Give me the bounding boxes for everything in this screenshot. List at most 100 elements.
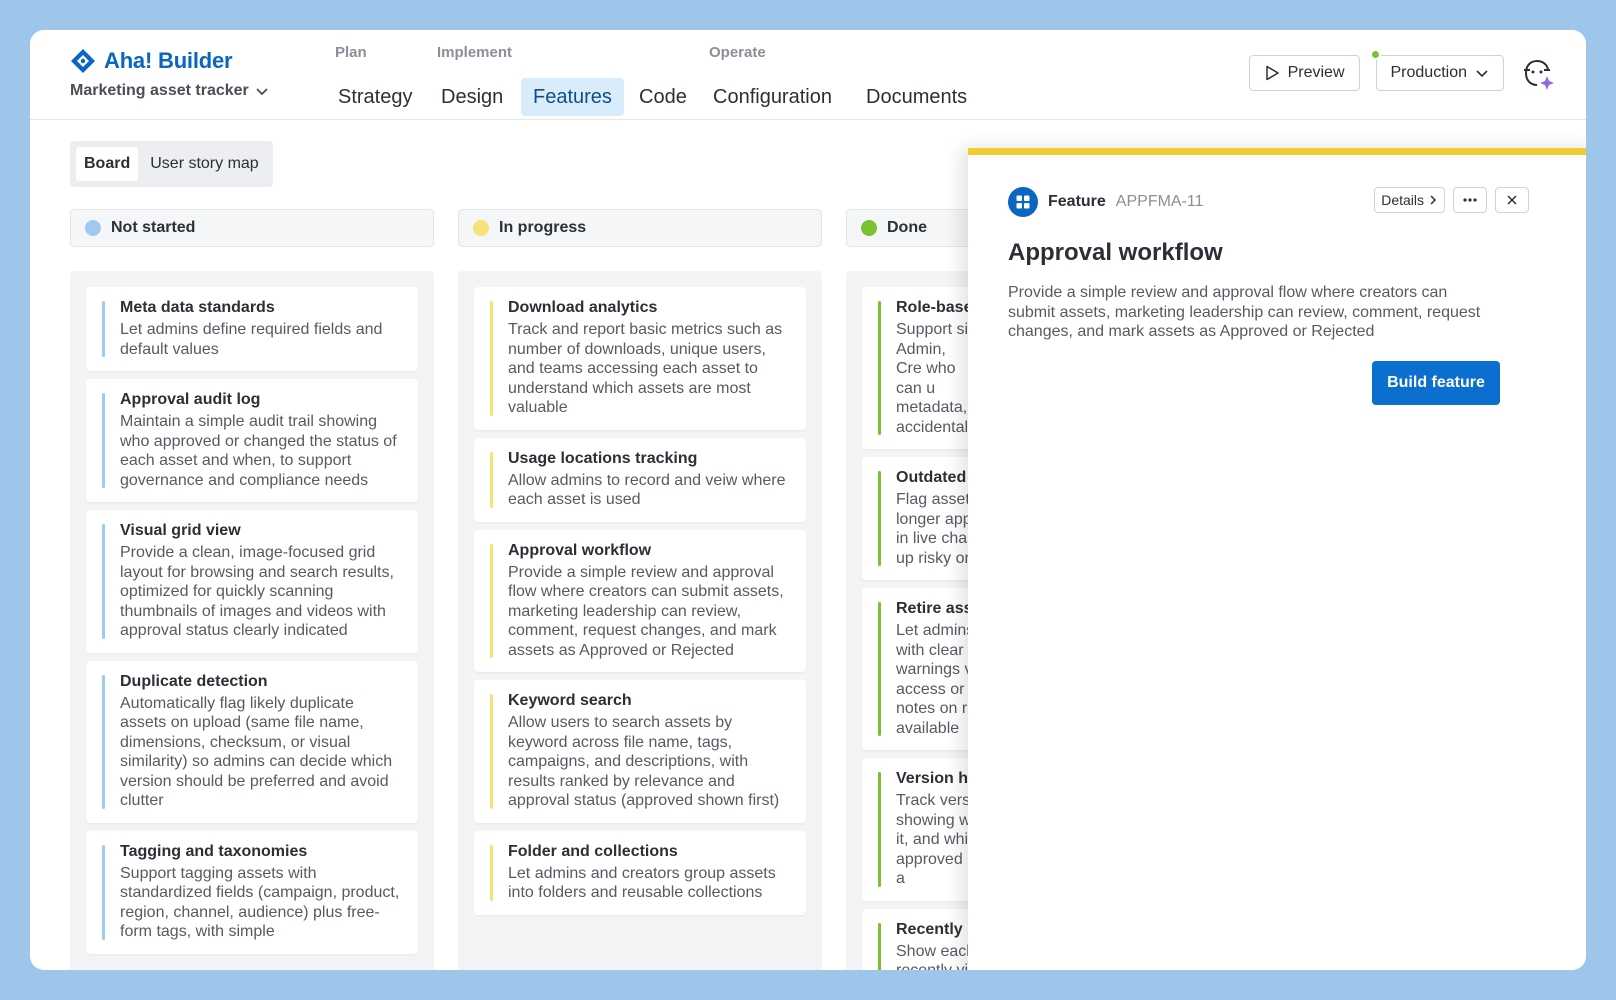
card-status-bar <box>102 844 105 940</box>
preview-button[interactable]: Preview <box>1248 55 1360 91</box>
panel-actions: Details <box>1374 187 1529 213</box>
project-selector[interactable]: Marketing asset tracker <box>70 82 269 100</box>
tab-design[interactable]: Design <box>429 78 515 116</box>
card-description: Let admins define required fields and de… <box>120 321 383 358</box>
close-panel-button[interactable] <box>1495 187 1529 213</box>
close-icon <box>1507 195 1517 205</box>
feature-card[interactable]: Visual grid view Provide a clean, image-… <box>86 510 418 653</box>
chevron-down-icon <box>1476 70 1488 78</box>
record-id[interactable]: APPFMA-11 <box>1116 193 1204 211</box>
column-header-not-started[interactable]: Not started <box>70 209 434 247</box>
card-description: Provide a clean, image-focused grid layo… <box>120 544 394 639</box>
column-header-in-progress[interactable]: In progress <box>458 209 822 247</box>
feature-grid-icon <box>1008 187 1038 217</box>
more-icon <box>1463 198 1477 202</box>
card-description: Show each recently vi <box>896 942 976 971</box>
card-title: Meta data standards <box>120 299 275 316</box>
card-status-bar <box>102 301 105 357</box>
tab-configuration[interactable]: Configuration <box>701 78 844 116</box>
card-description: Provide a simple review and approval flo… <box>508 563 784 659</box>
card-description: Track vers showing w it, and whi approve… <box>896 792 971 887</box>
tab-code[interactable]: Code <box>627 78 699 116</box>
tab-documents[interactable]: Documents <box>854 78 979 116</box>
card-description: Flag asset longer app in live char up ri… <box>896 491 973 567</box>
panel-header: Feature APPFMA-11 <box>1008 187 1204 217</box>
aha-logo-icon <box>71 49 95 73</box>
status-dot-icon <box>1369 49 1381 60</box>
card-status-bar <box>102 674 105 809</box>
feature-card[interactable]: Folder and collections Let admins and cr… <box>474 830 806 915</box>
card-status-bar <box>490 844 493 901</box>
card-description: Allow admins to record and veiw where ea… <box>508 471 786 509</box>
feature-card[interactable]: Tagging and taxonomies Support tagging a… <box>86 830 418 954</box>
feature-card[interactable]: Approval audit log Maintain a simple aud… <box>86 379 418 502</box>
feature-card[interactable]: Usage locations tracking Allow admins to… <box>474 437 806 522</box>
column-not-started: Meta data standards Let admins define re… <box>70 271 434 970</box>
card-description: Automatically flag likely duplicate asse… <box>120 694 393 810</box>
card-status-bar <box>490 451 493 508</box>
feature-card[interactable]: Meta data standards Let admins define re… <box>86 287 418 371</box>
card-title: Folder and collections <box>508 842 678 860</box>
card-description: Let admins and creators group assets int… <box>508 864 776 902</box>
ai-assistant-icon[interactable] <box>1520 55 1556 91</box>
column-title: In progress <box>499 219 587 236</box>
card-status-bar <box>878 772 881 887</box>
card-status-bar <box>878 922 881 970</box>
nav-group-plan: Plan <box>335 44 367 61</box>
card-status-bar <box>490 543 493 658</box>
feature-card[interactable]: Approval workflow Provide a simple revie… <box>474 529 806 672</box>
brand-name: Aha! Builder <box>104 48 233 73</box>
play-icon <box>1265 65 1279 81</box>
feature-card[interactable]: Duplicate detection Automatically flag l… <box>86 660 418 823</box>
card-description: Maintain a simple audit trail showing wh… <box>120 413 397 489</box>
card-title: Duplicate detection <box>120 672 268 690</box>
card-status-bar <box>490 301 493 416</box>
preview-label: Preview <box>1287 64 1345 81</box>
status-dot-icon <box>861 220 877 236</box>
feature-title[interactable]: Approval workflow <box>1008 239 1223 267</box>
status-dot-icon <box>85 220 101 236</box>
feature-card[interactable]: Keyword search Allow users to search ass… <box>474 680 806 823</box>
column-in-progress: Download analytics Track and report basi… <box>458 271 822 970</box>
nav-group-operate: Operate <box>709 44 766 61</box>
card-description: Allow users to search assets by keyword … <box>508 714 780 809</box>
subtab-board[interactable]: Board <box>76 147 139 181</box>
column-title: Not started <box>111 219 196 236</box>
header-actions: Preview Production <box>1248 49 1556 91</box>
card-status-bar <box>102 393 105 488</box>
card-description: Let admins with clear warnings v access … <box>896 622 975 737</box>
view-switcher: Board User story map <box>70 141 273 187</box>
tab-features[interactable]: Features <box>521 78 624 116</box>
card-status-bar <box>878 301 881 435</box>
card-description: Support si Admin, Cre who can u metadata… <box>896 321 969 436</box>
environment-wrap: Production <box>1369 49 1504 91</box>
feature-card[interactable]: Download analytics Track and report basi… <box>474 287 806 430</box>
more-options-button[interactable] <box>1453 187 1487 213</box>
subtab-user-story-map[interactable]: User story map <box>142 147 266 181</box>
project-name: Marketing asset tracker <box>70 82 249 99</box>
card-title: Usage locations tracking <box>508 449 698 467</box>
card-title: Visual grid view <box>120 522 241 539</box>
details-label: Details <box>1381 192 1424 208</box>
card-description: Track and report basic metrics such as n… <box>508 321 783 416</box>
environment-dropdown[interactable]: Production <box>1375 55 1504 91</box>
chevron-down-icon <box>256 88 268 96</box>
brand-row[interactable]: Aha! Builder <box>70 48 269 74</box>
top-header: Aha! Builder Marketing asset tracker Pla… <box>30 30 1586 120</box>
build-feature-button[interactable]: Build feature <box>1372 361 1500 405</box>
feature-detail-panel: Feature APPFMA-11 Details Approval workf… <box>968 148 1586 970</box>
card-title: Tagging and taxonomies <box>120 842 308 860</box>
app-window: Aha! Builder Marketing asset tracker Pla… <box>30 30 1586 970</box>
card-title: Keyword search <box>508 692 632 709</box>
card-status-bar <box>878 471 881 566</box>
tab-strategy[interactable]: Strategy <box>326 78 424 116</box>
details-button[interactable]: Details <box>1374 187 1445 213</box>
card-title: Approval workflow <box>508 541 652 559</box>
nav-group-implement: Implement <box>437 44 513 61</box>
feature-description[interactable]: Provide a simple review and approval flo… <box>1008 283 1488 342</box>
card-title: Approval audit log <box>120 391 261 408</box>
column-title: Done <box>887 219 927 236</box>
card-title: Download analytics <box>508 299 658 316</box>
brand-block: Aha! Builder Marketing asset tracker <box>70 48 269 100</box>
status-dot-icon <box>473 220 489 236</box>
